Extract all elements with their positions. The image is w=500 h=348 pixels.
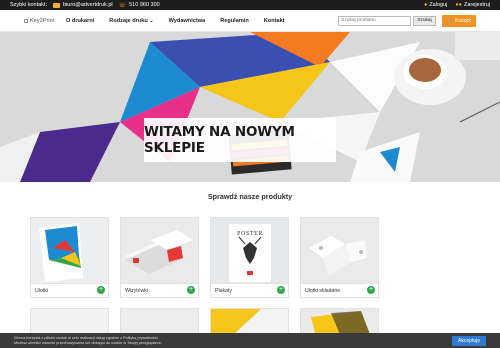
cookie-bar: Strona korzysta z plików cookie w celu r…: [0, 333, 500, 348]
search-form: Szukaj produktu Szukaj: [338, 15, 436, 26]
nav-menu: O drukarni Rodzaje druku ⌄ Wydawnictwa R…: [66, 18, 285, 24]
product-image-ulotki: [31, 218, 108, 283]
main-navigation: Key2Print O drukarni Rodzaje druku ⌄ Wyd…: [0, 10, 500, 32]
contact-phone[interactable]: 510 960 300: [129, 2, 160, 8]
plus-icon[interactable]: +: [187, 286, 195, 294]
chevron-down-icon: ⌄: [149, 17, 154, 24]
login-label: Zaloguj: [429, 2, 448, 8]
plus-icon[interactable]: +: [97, 286, 105, 294]
contact-label: Szybki kontakt:: [10, 2, 47, 8]
site-logo[interactable]: Key2Print: [24, 18, 62, 24]
top-contact-bar: Szybki kontakt: biuro@advertdruk.pl ☏ 51…: [0, 0, 500, 10]
nav-item-rodzaje-druku[interactable]: Rodzaje druku ⌄: [109, 18, 153, 24]
contact-email[interactable]: biuro@advertdruk.pl: [63, 2, 113, 8]
plus-icon[interactable]: +: [277, 286, 285, 294]
poster-text: POSTER: [237, 231, 263, 237]
search-input[interactable]: Szukaj produktu: [338, 15, 412, 26]
nav-item-o-drukarni[interactable]: O drukarni: [66, 18, 94, 24]
register-label: Zarejestruj: [464, 2, 490, 8]
product-image-ulotki-skladane: [301, 218, 378, 283]
product-image-wizytowki: [121, 218, 198, 283]
hero-title: WITAMY NA NOWYM SKLEPIE: [144, 118, 336, 162]
products-section-title: Sprawdź nasze produkty: [207, 192, 293, 201]
cart-button[interactable]: 🛒 Koszyk: [441, 14, 476, 27]
accept-cookies-button[interactable]: Akceptuję: [452, 335, 486, 346]
cart-icon: 🛒: [446, 17, 453, 24]
cart-label: Koszyk: [454, 17, 471, 24]
register-link[interactable]: ●● Zarejestruj: [455, 2, 490, 8]
cookie-line-2: Możesz określić warunki przechowywania l…: [14, 340, 162, 345]
search-button[interactable]: Szukaj: [413, 15, 436, 26]
nav-item-wydawnictwa[interactable]: Wydawnictwa: [169, 18, 206, 24]
product-card-ulotki-skladane[interactable]: Ulotki składane +: [300, 217, 379, 298]
users-icon: ●●: [455, 2, 463, 8]
hero-banner: WITAMY NA NOWYM SKLEPIE: [0, 32, 500, 182]
user-icon: ●: [423, 2, 428, 8]
mail-icon: [53, 2, 60, 8]
contact-group: Szybki kontakt: biuro@advertdruk.pl ☏ 51…: [10, 2, 160, 9]
product-image-plakaty: POSTER: [211, 218, 288, 283]
nav-item-regulamin[interactable]: Regulamin: [220, 18, 249, 24]
cookie-line-1: Strona korzysta z plików cookie w celu r…: [14, 335, 159, 340]
nav-item-kontakt[interactable]: Kontakt: [264, 18, 285, 24]
nav-item-rodzaje-druku-label: Rodzaje druku: [109, 17, 148, 24]
logo-alt-text: Key2Print: [30, 17, 55, 24]
cookie-text: Strona korzysta z plików cookie w celu r…: [14, 336, 162, 346]
phone-icon: ☏: [118, 2, 127, 9]
product-card-wizytowki[interactable]: Wizytówki +: [120, 217, 199, 298]
plus-icon[interactable]: +: [367, 286, 375, 294]
login-link[interactable]: ● Zaloguj: [424, 2, 447, 8]
broken-image-icon: [24, 18, 28, 23]
product-card-ulotki[interactable]: Ulotki +: [30, 217, 109, 298]
product-card-plakaty[interactable]: POSTER Plakaty +: [210, 217, 289, 298]
